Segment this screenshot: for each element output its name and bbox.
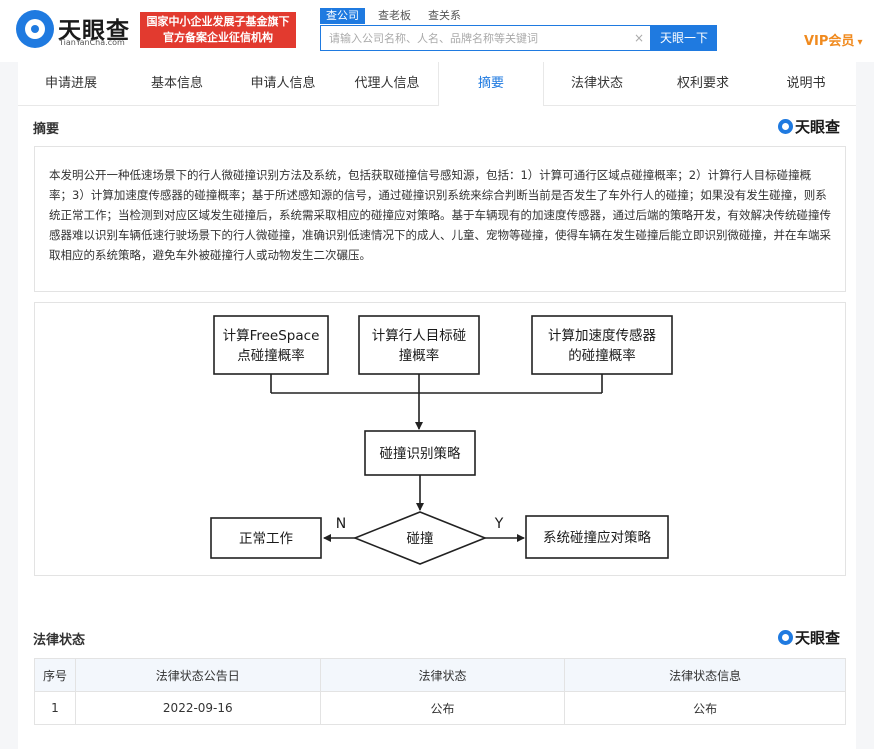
legal-status-title: 法律状态	[33, 633, 86, 648]
flow-text-box3-l1: 计算加速度传感器	[548, 327, 656, 344]
flow-text-box1-l2: 点碰撞概率	[237, 347, 305, 364]
vip-member-link[interactable]: VIP会员 ▾	[804, 30, 862, 49]
brand-eye-icon	[778, 630, 793, 645]
flow-box-pedestrian	[358, 315, 480, 375]
site-logo[interactable]: 天眼查 TianYanCha.com	[16, 10, 134, 50]
logo-eye-icon	[16, 10, 54, 48]
certification-badge: 国家中小企业发展子基金旗下 官方备案企业征信机构	[140, 12, 296, 48]
chevron-down-icon: ▾	[857, 37, 863, 48]
tab-agent-info[interactable]: 代理人信息	[336, 62, 438, 106]
vip-label: VIP会员	[804, 34, 855, 49]
cell-info: 公布	[564, 691, 846, 725]
flow-text-response: 系统碰撞应对策略	[543, 529, 651, 546]
flow-text-normal: 正常工作	[239, 531, 293, 547]
search-box: ×	[320, 25, 651, 51]
flow-text-box1-l1: 计算FreeSpace	[223, 328, 320, 344]
abstract-figure: 计算FreeSpace 点碰撞概率 计算行人目标碰 撞概率 计算加速度传感器 的…	[34, 302, 846, 576]
col-header-index: 序号	[34, 658, 76, 692]
search-input[interactable]	[321, 26, 621, 50]
tab-specification[interactable]: 说明书	[756, 62, 856, 106]
col-header-info: 法律状态信息	[564, 658, 846, 692]
table-header-row: 序号 法律状态公告日 法律状态 法律状态信息	[34, 658, 846, 692]
col-header-status: 法律状态	[319, 658, 566, 692]
tab-basic-info[interactable]: 基本信息	[124, 62, 230, 106]
logo-domain: TianYanCha.com	[59, 38, 125, 47]
tab-application-progress[interactable]: 申请进展	[18, 62, 124, 106]
abstract-title: 摘要	[33, 122, 60, 137]
flow-text-decision: 碰撞	[407, 531, 434, 547]
legal-brand-text: 天眼查	[795, 629, 841, 647]
tab-abstract[interactable]: 摘要	[438, 62, 544, 106]
flow-box-freespace	[213, 315, 329, 375]
badge-line-2: 官方备案企业征信机构	[163, 31, 273, 44]
cell-date: 2022-09-16	[74, 691, 321, 725]
tab-claims[interactable]: 权利要求	[650, 62, 756, 106]
cell-status: 公布	[319, 691, 566, 725]
main-panel: 摘要 天眼查 本发明公开一种低速场景下的行人微碰撞识别方法及系统，包括获取碰撞信…	[18, 106, 856, 749]
cell-index: 1	[34, 691, 76, 725]
flow-label-no: N	[336, 516, 346, 532]
search-tab-relation[interactable]: 查关系	[422, 8, 467, 24]
flowchart-diagram: 计算FreeSpace 点碰撞概率 计算行人目标碰 撞概率 计算加速度传感器 的…	[210, 315, 673, 565]
abstract-brand-watermark: 天眼查	[778, 116, 840, 137]
legal-status-table: 序号 法律状态公告日 法律状态 法律状态信息 1 2022-09-16 公布 公…	[34, 658, 846, 725]
search-tab-company[interactable]: 查公司	[320, 8, 365, 24]
flow-text-box2-l2: 撞概率	[399, 347, 440, 364]
badge-line-1: 国家中小企业发展子基金旗下	[146, 15, 290, 28]
legal-brand-watermark: 天眼查	[778, 627, 840, 648]
brand-eye-icon	[778, 119, 793, 134]
search-button[interactable]: 天眼一下	[651, 25, 717, 51]
clear-icon[interactable]: ×	[631, 30, 647, 46]
abstract-text: 本发明公开一种低速场景下的行人微碰撞识别方法及系统，包括获取碰撞信号感知源，包括…	[49, 168, 831, 262]
patent-nav-tabs: 申请进展 基本信息 申请人信息 代理人信息 摘要 法律状态 权利要求 说明书	[18, 62, 856, 106]
abstract-brand-text: 天眼查	[795, 118, 841, 136]
flow-text-box2-l1: 计算行人目标碰	[372, 328, 467, 344]
table-row: 1 2022-09-16 公布 公布	[34, 691, 846, 725]
flow-text-box3-l2: 的碰撞概率	[568, 347, 636, 364]
top-header: 天眼查 TianYanCha.com 国家中小企业发展子基金旗下 官方备案企业征…	[0, 0, 874, 62]
flow-label-yes: Y	[494, 516, 504, 532]
tab-applicant-info[interactable]: 申请人信息	[230, 62, 336, 106]
abstract-text-box: 本发明公开一种低速场景下的行人微碰撞识别方法及系统，包括获取碰撞信号感知源，包括…	[34, 146, 846, 292]
flow-text-strategy: 碰撞识别策略	[380, 445, 461, 462]
search-tab-boss[interactable]: 查老板	[372, 8, 417, 24]
tab-legal-status[interactable]: 法律状态	[544, 62, 650, 106]
col-header-date: 法律状态公告日	[74, 658, 321, 692]
flow-box-accel	[531, 315, 673, 375]
